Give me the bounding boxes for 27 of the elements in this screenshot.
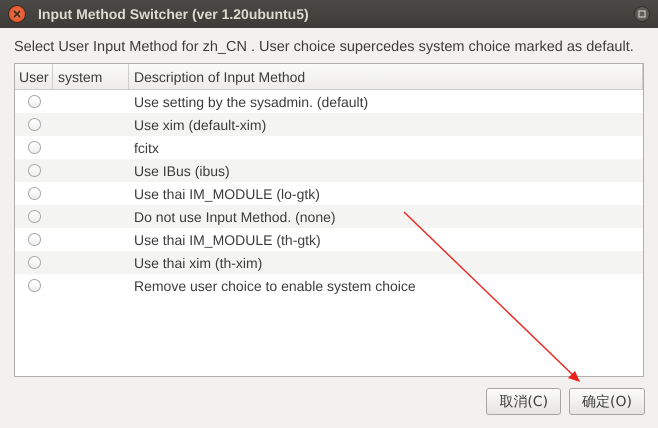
maximize-icon[interactable]: [634, 6, 650, 22]
table-cell-text: Use thai IM_MODULE (th-gtk): [133, 232, 322, 248]
table-cell-text: Use thai xim (th-xim): [133, 254, 264, 270]
table-cell-text: Use IBus (ibus): [133, 162, 231, 178]
radio-button[interactable]: [28, 141, 40, 154]
radio-button[interactable]: [28, 95, 40, 108]
table-cell-text: Do not use Input Method. (none): [133, 208, 337, 224]
radio-button[interactable]: [28, 256, 40, 269]
ok-button[interactable]: 确定(O): [569, 388, 645, 415]
radio-button[interactable]: [28, 187, 40, 200]
radio-button[interactable]: [28, 279, 40, 292]
instruction-text: Select User Input Method for zh_CN . User choice supercedes system choice marked as default.: [14, 39, 635, 57]
window-title: Input Method Switcher (ver 1.20ubuntu5): [38, 6, 310, 22]
table-cell-text: Use xim (default-xim): [133, 116, 268, 132]
table-cell-text: Use thai IM_MODULE (lo-gtk): [133, 186, 321, 202]
table-cell-text: fcitx: [133, 140, 160, 156]
column-header[interactable]: system: [53, 64, 129, 89]
table-cell-text: Use setting by the sysadmin. (default): [133, 94, 370, 110]
radio-button[interactable]: [28, 233, 40, 246]
table-cell-text: Remove user choice to enable system choice: [133, 278, 417, 294]
column-header[interactable]: Description of Input Method: [129, 64, 643, 89]
cancel-button[interactable]: 取消(C): [486, 388, 562, 415]
radio-button[interactable]: [28, 164, 40, 177]
close-icon[interactable]: [8, 5, 26, 23]
column-header[interactable]: User: [15, 64, 53, 89]
radio-button[interactable]: [28, 210, 40, 223]
radio-button[interactable]: [28, 118, 40, 131]
